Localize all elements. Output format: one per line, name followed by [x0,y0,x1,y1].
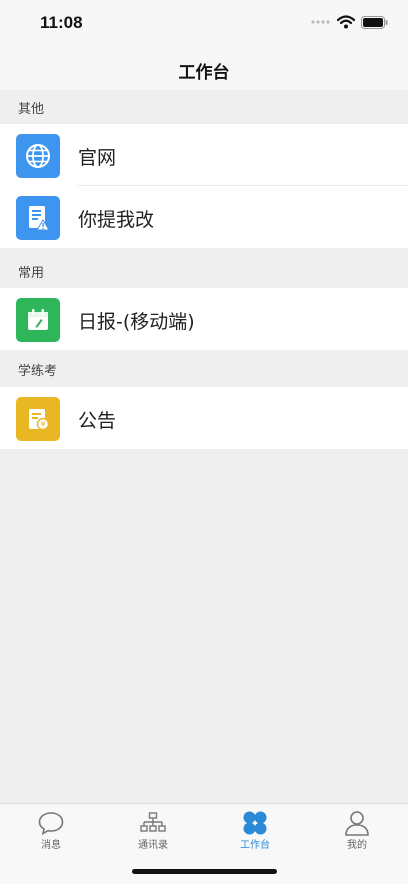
menu-item-label: 公告 [78,410,117,432]
status-icons [311,15,388,29]
home-indicator [132,869,277,874]
page-title: 工作台 [178,63,230,83]
tab-label: 我的 [347,840,367,851]
org-chart-icon [140,812,166,832]
tab-label: 消息 [41,840,61,851]
menu-item-feedback[interactable]: 你提我改 [0,186,408,248]
svg-text:¥: ¥ [40,420,45,429]
section-title: 其他 [18,102,45,117]
menu-item-official-website[interactable]: 官网 [0,124,408,186]
section-title: 常用 [18,266,45,281]
status-time: 11:08 [40,13,83,32]
globe-icon [16,134,60,178]
menu-item-label: 官网 [78,147,117,169]
section-header-other: 其他 [0,90,408,124]
tab-label: 通讯录 [138,840,168,851]
signal-icon [311,20,330,24]
menu-item-label: 你提我改 [78,209,155,231]
tab-messages[interactable]: 消息 [0,808,102,856]
chat-bubble-icon [38,812,64,836]
calendar-edit-icon [16,298,60,342]
tab-me[interactable]: 我的 [306,808,408,856]
workbench-grid-icon [243,811,267,835]
wifi-icon [337,15,355,29]
document-warning-icon [16,196,60,240]
notice-yen-icon: ¥ [16,397,60,441]
menu-item-daily-report[interactable]: 日报-(移动端) [0,288,408,350]
status-bar: 11:08 [0,0,408,46]
navigation-bar: 工作台 [0,46,408,90]
section-header-learn-practice-exam: 学练考 [0,352,408,386]
tab-workbench[interactable]: 工作台 [204,808,306,856]
battery-icon [361,15,388,29]
menu-item-announcement[interactable]: ¥ 公告 [0,387,408,449]
menu-item-label: 日报-(移动端) [78,311,195,333]
section-header-common: 常用 [0,254,408,288]
tab-label: 工作台 [240,840,270,851]
person-icon [345,811,369,836]
tab-contacts[interactable]: 通讯录 [102,808,204,856]
section-title: 学练考 [18,364,58,379]
